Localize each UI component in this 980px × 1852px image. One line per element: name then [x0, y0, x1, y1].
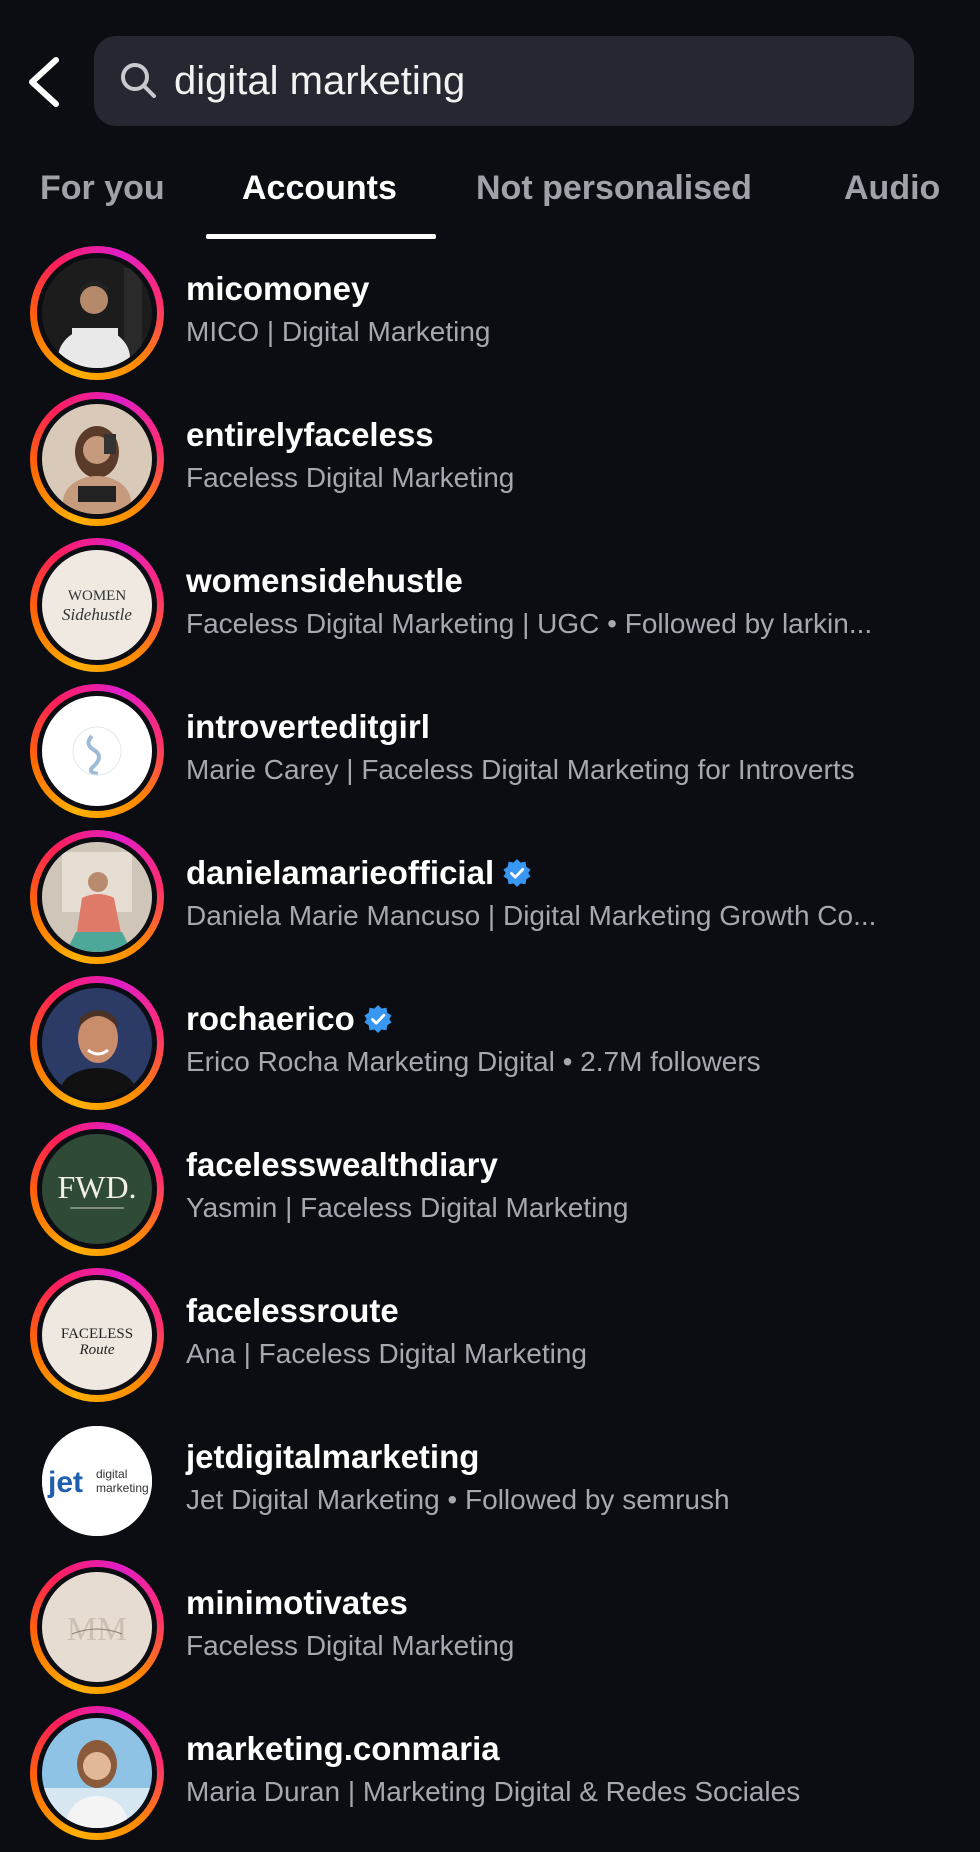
logo-text: FWD. [57, 1169, 136, 1205]
logo-text: jet [47, 1466, 83, 1499]
avatar: FACELESS Route [30, 1268, 164, 1402]
profile-logo: MM [42, 1572, 152, 1682]
search-input[interactable]: digital marketing [94, 36, 914, 126]
avatar: jet digital marketing [30, 1414, 164, 1548]
account-row[interactable]: entirelyfaceless Faceless Digital Market… [0, 392, 980, 538]
username: minimotivates [186, 1584, 408, 1621]
verified-badge-icon [503, 859, 531, 887]
account-subtitle: Yasmin | Faceless Digital Marketing [186, 1192, 629, 1223]
account-subtitle: Daniela Marie Mancuso | Digital Marketin… [186, 900, 877, 931]
search-icon [121, 63, 156, 98]
username-text: danielamarieofficial [186, 854, 495, 891]
logo-text: WOMEN [68, 588, 126, 604]
back-button[interactable] [22, 52, 68, 112]
account-row[interactable]: rochaerico Erico Rocha Marketing Digital… [0, 976, 980, 1122]
search-query: digital marketing [174, 59, 466, 103]
account-row[interactable]: FACELESS Route facelessroute Ana | Facel… [0, 1268, 980, 1414]
username: jetdigitalmarketing [186, 1438, 480, 1475]
avatar: FWD. [30, 1122, 164, 1256]
username: facelesswealthdiary [186, 1146, 498, 1183]
account-subtitle: Faceless Digital Marketing [186, 1630, 515, 1661]
avatar [30, 830, 164, 964]
profile-logo [42, 696, 152, 806]
username: introverteditgirl [186, 708, 430, 745]
username: facelessroute [186, 1292, 399, 1329]
profile-photo [42, 988, 152, 1098]
username: entirelyfaceless [186, 416, 434, 453]
avatar [30, 684, 164, 818]
profile-logo: jet digital marketing [42, 1426, 152, 1536]
logo-text: marketing [96, 1481, 149, 1495]
account-subtitle: Maria Duran | Marketing Digital & Redes … [186, 1776, 801, 1807]
account-row[interactable]: FWD. facelesswealthdiary Yasmin | Facele… [0, 1122, 980, 1268]
account-row[interactable]: danielamarieofficial Daniela Marie Mancu… [0, 830, 980, 976]
profile-photo [42, 404, 152, 514]
username: marketing.conmaria [186, 1730, 500, 1767]
avatar: MM [30, 1560, 164, 1694]
username-text: rochaerico [186, 1000, 355, 1037]
account-row[interactable]: marketing.conmaria Maria Duran | Marketi… [0, 1706, 980, 1852]
avatar: WOMEN Sidehustle [30, 538, 164, 672]
active-tab-indicator [206, 234, 436, 239]
tab-for-you[interactable]: For you [40, 150, 165, 240]
account-subtitle: MICO | Digital Marketing [186, 316, 491, 347]
username: danielamarieofficial [186, 854, 532, 892]
account-row[interactable]: WOMEN Sidehustle womensidehustle Faceles… [0, 538, 980, 684]
avatar [30, 246, 164, 380]
account-subtitle: Erico Rocha Marketing Digital • 2.7M fol… [186, 1046, 761, 1077]
logo-text: Route [79, 1342, 115, 1358]
account-subtitle: Ana | Faceless Digital Marketing [186, 1338, 587, 1369]
profile-logo: FACELESS Route [42, 1280, 152, 1390]
account-subtitle: Faceless Digital Marketing | UGC • Follo… [186, 608, 873, 639]
profile-photo [42, 1718, 152, 1828]
tab-audio[interactable]: Audio [844, 150, 940, 240]
avatar [30, 976, 164, 1110]
account-subtitle: Marie Carey | Faceless Digital Marketing… [186, 754, 855, 785]
logo-text: FACELESS [61, 1326, 133, 1342]
account-row[interactable]: MM minimotivates Faceless Digital Market… [0, 1560, 980, 1706]
logo-text: digital [96, 1467, 127, 1481]
account-subtitle: Jet Digital Marketing • Followed by semr… [186, 1484, 730, 1515]
username: rochaerico [186, 1000, 393, 1038]
profile-photo [42, 842, 152, 952]
logo-text: Sidehustle [62, 605, 132, 624]
verified-badge-icon [364, 1005, 392, 1033]
account-subtitle: Faceless Digital Marketing [186, 462, 515, 493]
account-row[interactable]: jet digital marketing jetdigitalmarketin… [0, 1414, 980, 1560]
username: micomoney [186, 270, 370, 307]
username: womensidehustle [186, 562, 463, 599]
tab-not-personalised[interactable]: Not personalised [476, 150, 752, 240]
profile-logo: FWD. [42, 1134, 152, 1244]
avatar [30, 1706, 164, 1840]
account-row[interactable]: introverteditgirl Marie Carey | Faceless… [0, 684, 980, 830]
tab-accounts[interactable]: Accounts [242, 150, 397, 240]
chevron-left-icon [29, 57, 59, 107]
top-bar: digital marketing [0, 0, 980, 140]
search-tabs: For you Accounts Not personalised Audio [0, 150, 980, 240]
account-row[interactable]: micomoney MICO | Digital Marketing [0, 246, 980, 392]
profile-photo [42, 258, 152, 368]
profile-logo: WOMEN Sidehustle [42, 550, 152, 660]
avatar [30, 392, 164, 526]
